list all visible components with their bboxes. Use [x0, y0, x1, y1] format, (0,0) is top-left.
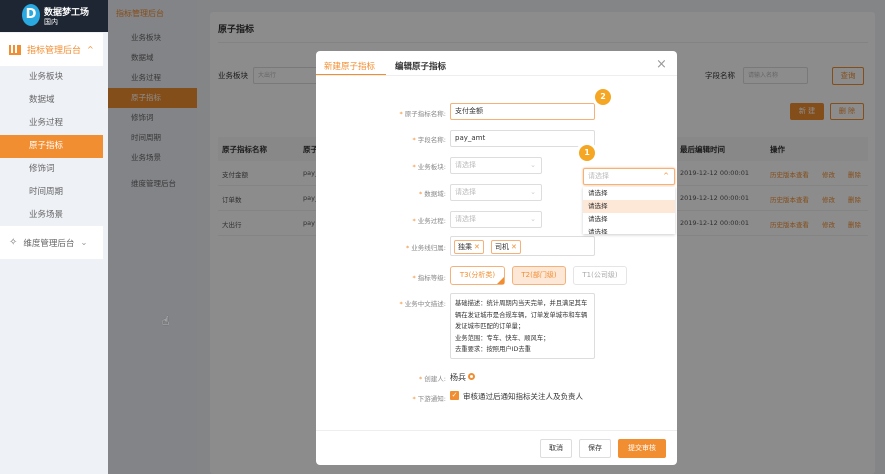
dropdown-option[interactable]: 请选择 [583, 226, 675, 234]
level-t1-button[interactable]: T1(公司级) [573, 266, 627, 285]
brand-region: 国内 [44, 18, 58, 26]
sidebar-item-biz[interactable]: 业务板块 [0, 66, 103, 89]
chevron-down-icon: ⌄ [530, 215, 536, 223]
hand-cursor-icon: ☝ [162, 314, 170, 328]
process-select[interactable]: 请选择 ⌄ [450, 211, 542, 228]
tag: 独乘 ✕ [454, 240, 484, 254]
dropdown-menu: 请选择 请选择 请选择 请选择 [583, 187, 675, 234]
step-badge-1: 1 [579, 145, 595, 161]
divider [316, 430, 677, 431]
dropdown-option[interactable]: 请选择 [583, 187, 675, 200]
name-label: * 原子指标名称: [399, 110, 446, 118]
level-label: * 指标等级: [412, 274, 446, 282]
biz-label: * 业务板块: [412, 163, 446, 171]
sidebar-group-label: 指标管理后台 [27, 46, 82, 56]
sidebar-item-process[interactable]: 业务过程 [0, 112, 103, 135]
chevron-down-icon: ⌄ [530, 188, 536, 196]
dropdown-select-open[interactable]: 请选择 ^ [583, 168, 675, 185]
biz-select[interactable]: 请选择 ⌄ [450, 157, 542, 174]
description-textarea[interactable]: 基础描述：统计周期内当天完单，并且满足其车 辆在发证城市是合规车辆，订单发单城市和… [450, 293, 595, 359]
notify-label: * 下游通知: [412, 395, 446, 403]
creator-name: 杨兵 [450, 373, 466, 382]
compass-icon: ✧ [9, 237, 18, 248]
notify-text: 审核通过后通知指标关注人及负责人 [463, 392, 583, 401]
desc-label: * 业务中文描述: [399, 300, 446, 308]
line-label: * 业务线归属: [406, 244, 446, 252]
sidebar-item-period[interactable]: 时间周期 [0, 181, 103, 204]
process-label: * 业务过程: [412, 217, 446, 225]
bar-chart-icon [9, 44, 21, 55]
creator-label: * 创建人: [419, 375, 446, 383]
sidebar-group-metrics[interactable]: 指标管理后台 ^ [0, 33, 103, 66]
new-metric-dialog: 新建原子指标 编辑原子指标 × * 原子指标名称: 支付金额 * 字段名称: pay… [316, 51, 677, 465]
sidebar-item-atomic-metric[interactable]: 原子指标 [0, 135, 103, 158]
sidebar-item-scene[interactable]: 业务场景 [0, 204, 103, 227]
domain-select[interactable]: 请选择 ⌄ [450, 184, 542, 201]
level-t3-button[interactable]: T3(分析类) [450, 266, 505, 285]
notify-checkbox[interactable]: ✓ [450, 391, 459, 400]
cancel-button[interactable]: 取消 [540, 439, 572, 458]
close-icon[interactable]: × [656, 57, 667, 72]
save-button[interactable]: 保存 [579, 439, 611, 458]
business-line-tags[interactable]: 独乘 ✕ 司机 ✕ [450, 236, 595, 256]
sidebar-group-dimension[interactable]: ✧ 维度管理后台 ⌄ [0, 226, 103, 259]
chevron-down-icon: ⌄ [530, 161, 536, 169]
selected-corner-icon [497, 277, 504, 284]
sidebar-item-modifier[interactable]: 修饰词 [0, 158, 103, 181]
level-t2-button[interactable]: T2(部门级) [512, 266, 566, 285]
remove-tag-icon[interactable]: ✕ [474, 243, 480, 251]
divider [316, 75, 677, 76]
metric-name-input[interactable]: 支付金额 [450, 103, 595, 120]
submit-review-button[interactable]: 提交审核 [618, 439, 666, 458]
tag: 司机 ✕ [491, 240, 521, 254]
sidebar-item-domain[interactable]: 数据域 [0, 89, 103, 112]
tab-edit[interactable]: 编辑原子指标 [395, 60, 446, 72]
sidebar-group-label: 维度管理后台 [23, 238, 75, 249]
step-badge-2: 2 [595, 89, 611, 105]
chevron-down-icon: ⌄ [80, 237, 88, 248]
chevron-up-icon: ^ [663, 172, 669, 180]
dropdown-option[interactable]: 请选择 [583, 213, 675, 226]
tab-new[interactable]: 新建原子指标 [324, 60, 375, 72]
dolphin-logo-icon: D [22, 4, 40, 26]
chevron-up-icon: ^ [87, 45, 94, 54]
brand-header: D 数据梦工场 国内 [0, 0, 108, 32]
dropdown-option-highlighted[interactable]: 请选择 [583, 200, 675, 213]
remove-tag-icon[interactable]: ✕ [511, 243, 517, 251]
user-icon [468, 373, 475, 380]
field-label: * 字段名称: [412, 136, 446, 144]
sidebar: D 数据梦工场 国内 指标管理后台 ^ 业务板块 数据域 业务过程 原子指标 修… [0, 0, 108, 474]
field-name-input[interactable]: pay_amt [450, 130, 595, 147]
domain-label: * 数据域: [419, 190, 446, 198]
